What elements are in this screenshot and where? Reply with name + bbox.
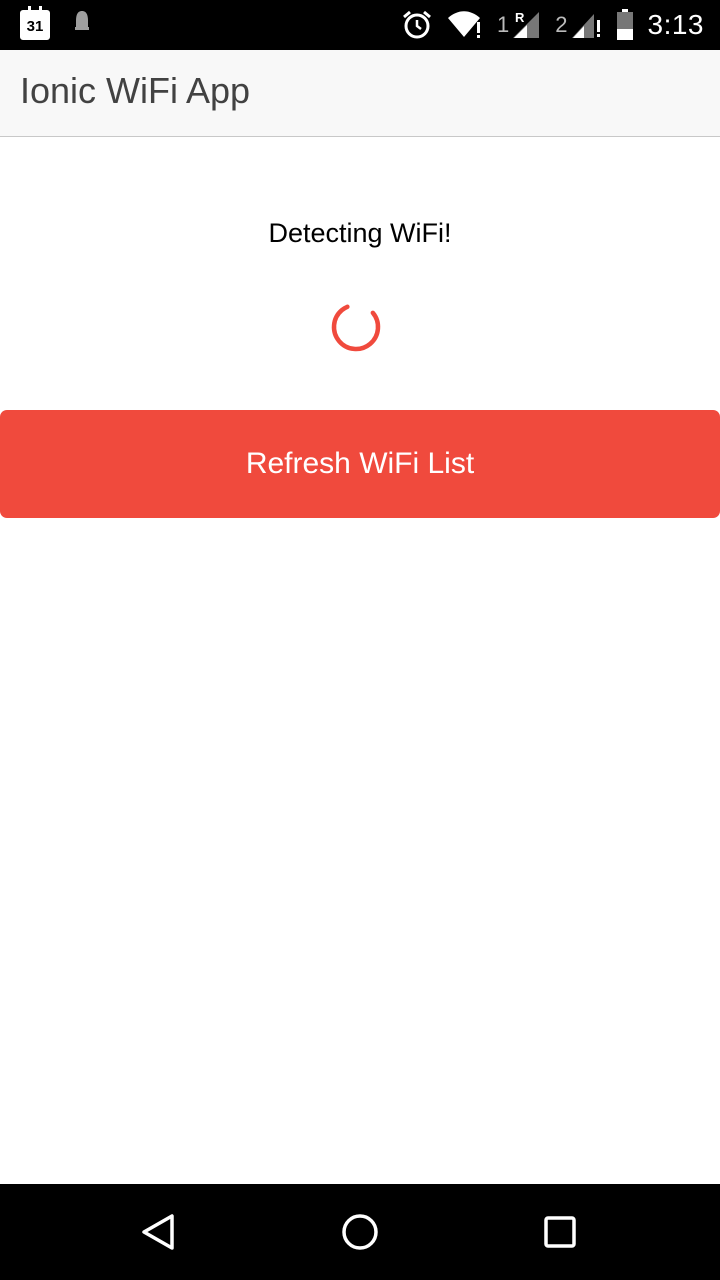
sim2-label: 2 — [555, 12, 568, 37]
home-icon — [342, 1214, 378, 1250]
clock-time: 3:13 — [647, 9, 704, 40]
system-nav-bar — [0, 1184, 720, 1280]
signal-sim2-icon: 2 — [555, 10, 601, 40]
calendar-day: 31 — [26, 17, 44, 35]
status-bar: 31 1 R 2 3:13 — [0, 0, 720, 50]
app-toolbar: Ionic WiFi App — [0, 50, 720, 137]
page-title: Ionic WiFi App — [20, 70, 251, 111]
loading-spinner-icon — [331, 302, 381, 352]
refresh-wifi-list-button[interactable]: Refresh WiFi List — [0, 410, 720, 518]
back-icon — [142, 1214, 174, 1250]
signal-sim1-icon: 1 R — [497, 10, 541, 40]
notification-bell-icon — [72, 9, 92, 40]
sim1-roaming-label: R — [515, 10, 525, 25]
back-button[interactable] — [100, 1184, 220, 1280]
wifi-icon — [447, 10, 483, 40]
home-button[interactable] — [300, 1184, 420, 1280]
recent-apps-icon — [544, 1216, 576, 1248]
alarm-clock-icon — [401, 9, 433, 41]
battery-icon — [616, 9, 634, 41]
sim1-label: 1 — [497, 12, 510, 37]
recent-apps-button[interactable] — [500, 1184, 620, 1280]
wifi-status-text: Detecting WiFi! — [268, 218, 452, 248]
calendar-icon: 31 — [20, 5, 50, 40]
